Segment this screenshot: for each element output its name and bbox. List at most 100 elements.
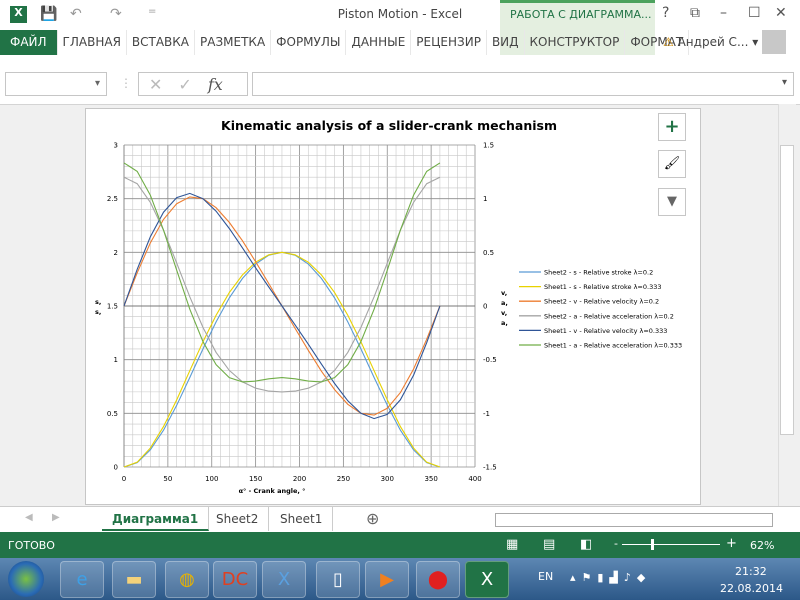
app-dc-icon[interactable]: DC bbox=[213, 561, 257, 598]
chart-svg: Kinematic analysis of a slider-crank mec… bbox=[95, 118, 682, 495]
left-axis-title-2: s, bbox=[95, 308, 101, 316]
page-break-view-icon[interactable]: ◧ bbox=[580, 537, 592, 552]
zoom-slider-thumb[interactable] bbox=[651, 539, 654, 550]
document-icon[interactable]: ▯ bbox=[316, 561, 360, 598]
formula-buttons: ✕ ✓ fx bbox=[138, 72, 248, 96]
right-axis-title-3: v, bbox=[501, 309, 507, 317]
x-tick-label: 150 bbox=[249, 475, 262, 483]
horizontal-scrollbar[interactable] bbox=[495, 513, 773, 527]
chart-tools-label: РАБОТА С ДИАГРАММА... bbox=[510, 8, 652, 21]
start-button[interactable] bbox=[8, 561, 44, 597]
tab-data[interactable]: ДАННЫЕ bbox=[346, 30, 412, 55]
minimize-button[interactable]: – bbox=[720, 5, 727, 21]
avatar[interactable] bbox=[762, 30, 786, 54]
scroll-tabs-right-icon[interactable]: ▶ bbox=[52, 512, 60, 523]
zoom-slider[interactable] bbox=[622, 544, 720, 545]
status-text: ГОТОВО bbox=[8, 539, 55, 552]
x-tick-label: 0 bbox=[122, 475, 126, 483]
legend-label-1: Sheet1 - s - Relative stroke λ=0.333 bbox=[544, 283, 662, 291]
vertical-scroll-thumb[interactable] bbox=[780, 145, 794, 435]
x-tick-label: 400 bbox=[468, 475, 481, 483]
chart-styles-button[interactable]: 🖌 bbox=[658, 150, 686, 178]
page-layout-view-icon[interactable]: ▤ bbox=[543, 537, 555, 552]
insert-function-icon[interactable]: fx bbox=[208, 75, 223, 94]
right-axis-title-1: v, bbox=[501, 289, 507, 297]
zoom-level[interactable]: 62% bbox=[750, 539, 774, 552]
right-tick-label: -1 bbox=[483, 410, 490, 418]
cancel-icon[interactable]: ✕ bbox=[149, 75, 162, 94]
tab-page-layout[interactable]: РАЗМЕТКА bbox=[195, 30, 272, 55]
zoom-in-button[interactable]: + bbox=[726, 536, 737, 551]
close-button[interactable]: ✕ bbox=[775, 5, 787, 21]
right-axis-title-2: a, bbox=[501, 299, 508, 307]
chart-title: Kinematic analysis of a slider-crank mec… bbox=[221, 118, 557, 133]
app-red-icon[interactable]: ⬤ bbox=[416, 561, 460, 598]
tab-file[interactable]: ФАЙЛ bbox=[0, 30, 58, 55]
right-axis-title-4: a, bbox=[501, 319, 508, 327]
sheet-tab-diagram1[interactable]: Диаграмма1 bbox=[102, 507, 210, 531]
legend[interactable]: Sheet2 - s - Relative stroke λ=0.2 Sheet1… bbox=[519, 269, 682, 350]
legend-label-2: Sheet2 - v - Relative velocity λ=0.2 bbox=[544, 298, 659, 306]
ribbon-display-button[interactable]: ⧉ bbox=[690, 5, 700, 21]
enter-icon[interactable]: ✓ bbox=[178, 75, 191, 94]
right-tick-label: 1.5 bbox=[483, 142, 494, 150]
tab-formulas[interactable]: ФОРМУЛЫ bbox=[271, 30, 347, 55]
sheet-tab-sheet2[interactable]: Sheet2 bbox=[206, 507, 270, 531]
chart-elements-button[interactable]: + bbox=[658, 113, 686, 141]
x-tick-label: 100 bbox=[205, 475, 218, 483]
tray-icons[interactable]: ▴⚑▮▟♪◆ bbox=[570, 571, 651, 584]
tab-insert[interactable]: ВСТАВКА bbox=[127, 30, 196, 55]
window-title: Piston Motion - Excel bbox=[337, 7, 463, 21]
zoom-out-button[interactable]: - bbox=[614, 537, 618, 550]
name-box[interactable]: ▾ bbox=[5, 72, 107, 96]
chart-filters-button[interactable]: ▼ bbox=[658, 188, 686, 216]
x-tick-label: 50 bbox=[163, 475, 172, 483]
tab-design[interactable]: КОНСТРУКТОР bbox=[525, 30, 626, 55]
x-tick-label: 200 bbox=[293, 475, 306, 483]
user-account[interactable]: ⚠ Андрей С... ▾ bbox=[663, 35, 758, 49]
formula-input[interactable]: ▾ bbox=[252, 72, 794, 96]
right-tick-label: 1 bbox=[483, 195, 487, 203]
left-tick-label: 0 bbox=[114, 464, 118, 472]
x-axis-title: α° - Crank angle, ° bbox=[239, 487, 306, 495]
left-tick-label: 0.5 bbox=[107, 410, 118, 418]
internet-explorer-icon[interactable]: e bbox=[60, 561, 104, 598]
scroll-tabs-left-icon[interactable]: ◀ bbox=[25, 512, 33, 523]
right-tick-label: 0.5 bbox=[483, 249, 494, 257]
browser-globe-icon[interactable]: ◍ bbox=[165, 561, 209, 598]
normal-view-icon[interactable]: ▦ bbox=[506, 537, 518, 552]
x-tick-label: 300 bbox=[381, 475, 394, 483]
left-tick-label: 2.5 bbox=[107, 195, 118, 203]
sheet-tab-sheet1[interactable]: Sheet1 bbox=[270, 507, 334, 531]
warning-icon: ⚠ bbox=[663, 35, 674, 49]
legend-label-4: Sheet1 - v - Relative velocity λ=0.333 bbox=[544, 327, 667, 335]
formula-bar-grip[interactable]: ⋮ bbox=[120, 76, 132, 90]
legend-label-5: Sheet1 - a - Relative acceleration λ=0.3… bbox=[544, 342, 682, 350]
tab-view[interactable]: ВИД bbox=[487, 30, 525, 55]
x-tick-label: 250 bbox=[337, 475, 350, 483]
legend-label-0: Sheet2 - s - Relative stroke λ=0.2 bbox=[544, 269, 653, 277]
new-sheet-button[interactable]: ⊕ bbox=[366, 509, 379, 528]
language-indicator[interactable]: EN bbox=[538, 570, 553, 583]
x-tick-label: 350 bbox=[424, 475, 437, 483]
file-explorer-icon[interactable]: ▬ bbox=[112, 561, 156, 598]
excel-taskbar-icon[interactable]: X bbox=[465, 561, 509, 598]
right-tick-label: -1.5 bbox=[483, 464, 497, 472]
clock-time[interactable]: 21:32 bbox=[735, 565, 767, 578]
right-tick-label: -0.5 bbox=[483, 356, 497, 364]
legend-label-3: Sheet2 - a - Relative acceleration λ=0.2 bbox=[544, 312, 674, 320]
left-axis-title-1: s, bbox=[95, 298, 101, 306]
tab-home[interactable]: ГЛАВНАЯ bbox=[58, 30, 127, 55]
status-bar: ГОТОВО ▦ ▤ ◧ - + 62% bbox=[0, 532, 800, 558]
maximize-button[interactable]: ☐ bbox=[748, 5, 761, 21]
tab-review[interactable]: РЕЦЕНЗИР bbox=[411, 30, 487, 55]
left-tick-label: 1 bbox=[114, 356, 118, 364]
notepad-x-icon[interactable]: X bbox=[262, 561, 306, 598]
left-tick-label: 1.5 bbox=[107, 303, 118, 311]
help-button[interactable]: ? bbox=[662, 5, 669, 21]
left-tick-label: 2 bbox=[114, 249, 118, 257]
chart-area[interactable]: Kinematic analysis of a slider-crank mec… bbox=[85, 108, 701, 505]
right-tick-label: 0 bbox=[483, 303, 487, 311]
clock-date[interactable]: 22.08.2014 bbox=[720, 582, 783, 595]
media-player-icon[interactable]: ▶ bbox=[365, 561, 409, 598]
